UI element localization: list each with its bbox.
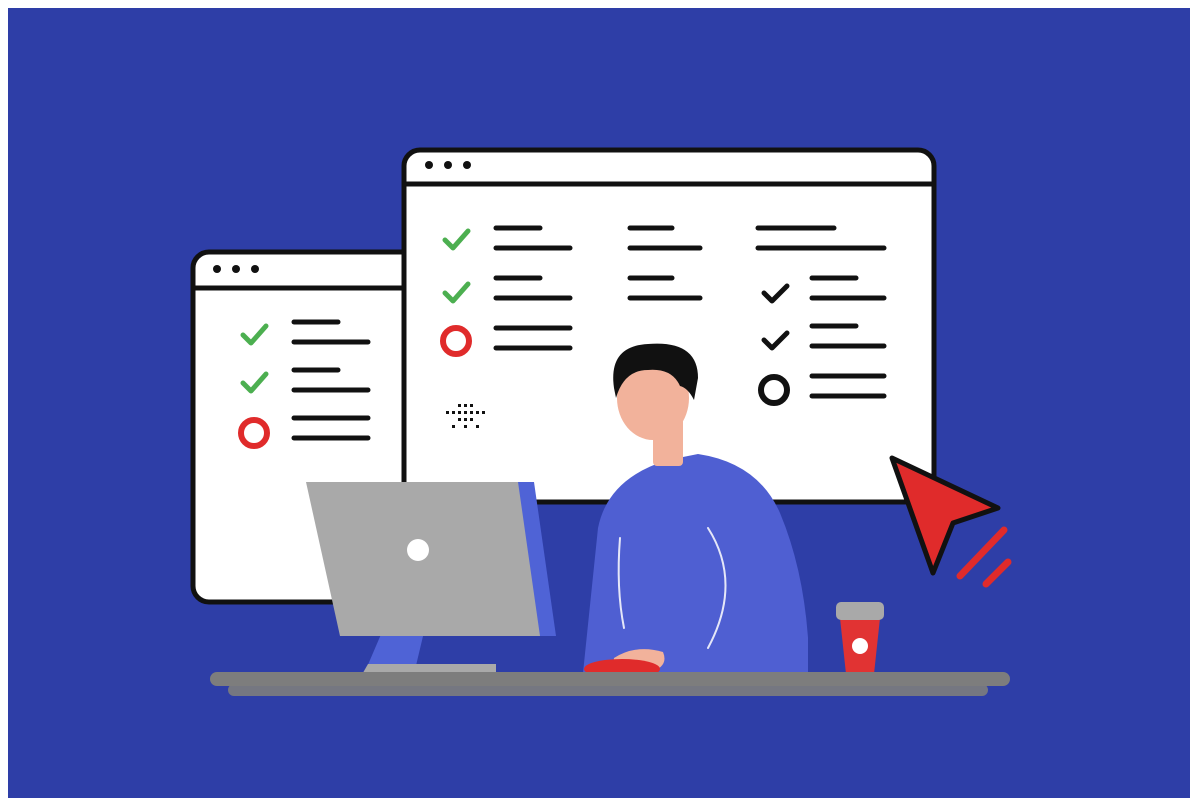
checklist-illustration [8,8,1190,798]
window-dot-icon [232,265,240,273]
cup-logo-icon [852,638,868,654]
desk [210,672,1010,696]
pattern-dot [470,411,473,414]
pattern-dot [482,411,485,414]
window-dot-icon [213,265,221,273]
window-dot-icon [463,161,471,169]
pattern-dot [470,418,473,421]
pattern-dot [464,411,467,414]
window-dot-icon [425,161,433,169]
pattern-dot [476,411,479,414]
pattern-dot [458,418,461,421]
pattern-dot [452,411,455,414]
pattern-dot [470,404,473,407]
pattern-dot [452,425,455,428]
pattern-dot [458,404,461,407]
pattern-dot [464,425,467,428]
pattern-dot [464,418,467,421]
image-frame [0,0,1197,805]
window-dot-icon [251,265,259,273]
pattern-dot [476,425,479,428]
pattern-dot [464,404,467,407]
desk-shadow [228,684,988,696]
pattern-dot [446,411,449,414]
pattern-dot [458,411,461,414]
cup-lid [836,602,884,620]
window-dot-icon [444,161,452,169]
desk-top [210,672,1010,686]
monitor-logo-icon [407,539,429,561]
illustration-scene [8,8,1190,798]
